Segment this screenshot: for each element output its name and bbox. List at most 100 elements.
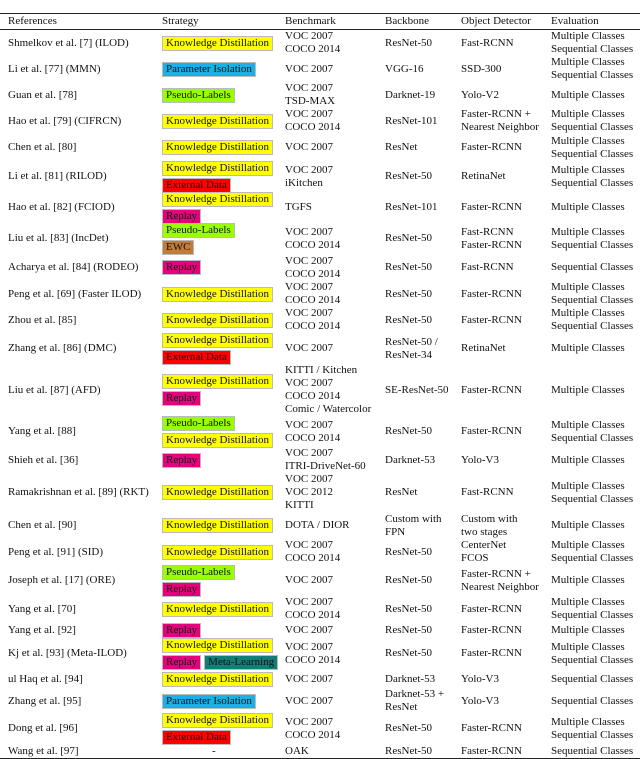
detector-cell: Faster-RCNN + Nearest Neighbor — [461, 565, 539, 596]
comparison-table: References Strategy Benchmark Backbone O… — [0, 13, 640, 759]
evaluation-cell: Multiple Classes Sequential Classes — [551, 713, 633, 744]
evaluation-cell: Multiple Classes Sequential Classes — [551, 134, 633, 161]
benchmark-line: COCO 2014 — [285, 390, 341, 402]
header-object-detector: Object Detector — [461, 15, 531, 27]
reference-cell: Peng et al. [91] (SID) — [8, 545, 104, 558]
strategy-line: Replay Meta-Learning — [162, 654, 279, 670]
benchmark-line: VOC 2007 — [285, 539, 333, 551]
backbone-line: ResNet-50 — [385, 744, 433, 757]
strategy-cell: Knowledge Distillation Replay — [162, 191, 273, 224]
detector-line: Faster-RCNN — [461, 602, 522, 615]
detector-line: Faster-RCNN — [461, 287, 522, 300]
evaluation-line: Multiple Classes — [551, 574, 625, 586]
evaluation-line: Sequential Classes — [551, 653, 634, 666]
reference-cell: Dong et al. [96] — [8, 722, 78, 734]
reference-cell: Yang et al. [88] — [8, 425, 76, 437]
benchmark-cell: VOC 2007 COCO 2014 — [285, 108, 340, 134]
benchmark-cell: VOC 2007 TSD-MAX — [285, 82, 335, 108]
backbone-line: ResNet-50 — [385, 170, 433, 182]
table-row: Li et al. [77] (MMN) Parameter Isolation V… — [0, 56, 640, 82]
backbone-line: ResNet-34 — [385, 348, 433, 361]
header-benchmark: Benchmark — [285, 15, 336, 27]
benchmark-line: VOC 2007 — [285, 108, 333, 120]
strategy-line: Knowledge Distillation — [162, 485, 273, 500]
evaluation-line: Sequential Classes — [551, 238, 634, 251]
backbone-line: ResNet-50 — [385, 722, 433, 734]
evaluation-line: Multiple Classes — [551, 453, 625, 466]
strategy-badge: Knowledge Distillation — [162, 544, 273, 560]
benchmark-line: KITTI / Kitchen — [285, 364, 358, 376]
strategy-badge: Knowledge Distillation — [162, 312, 273, 328]
strategy-badge: External Data — [162, 349, 231, 365]
backbone-cell: Darknet-53 + ResNet — [385, 688, 444, 713]
benchmark-line: TSD-MAX — [285, 95, 336, 107]
strategy-line: External Data — [162, 177, 273, 193]
table-header: References Strategy Benchmark Backbone O… — [0, 14, 640, 30]
strategy-cell: Knowledge Distillation — [162, 512, 273, 539]
backbone-line: ResNet-50 — [385, 313, 433, 326]
reference-cell: Shieh et al. [36] — [8, 453, 79, 466]
strategy-line: Parameter Isolation — [162, 693, 256, 709]
strategy-line: Knowledge Distillation — [162, 312, 273, 328]
benchmark-line: COCO 2014 — [285, 653, 341, 666]
backbone-line: ResNet-50 / — [385, 335, 438, 348]
backbone-cell: Custom with FPN — [385, 512, 442, 539]
header-evaluation: Evaluation — [551, 15, 599, 27]
strategy-cell: Replay — [162, 254, 202, 281]
strategy-badge: Knowledge Distillation — [162, 35, 273, 51]
strategy-badge: Replay — [162, 452, 202, 468]
strategy-line: Knowledge Distillation — [162, 332, 273, 348]
strategy-cell: Knowledge Distillation — [162, 108, 273, 134]
strategy-badge: External Data — [162, 177, 231, 193]
detector-line: Faster-RCNN — [461, 722, 522, 734]
backbone-cell: ResNet-50 — [385, 30, 432, 56]
benchmark-cell: VOC 2007 — [285, 565, 333, 596]
header-backbone: Backbone — [385, 15, 429, 27]
evaluation-cell: Multiple Classes Sequential Classes — [551, 281, 633, 307]
detector-cell: Faster-RCNN — [461, 192, 522, 223]
table-row: Dong et al. [96] Knowledge Distillation Ex… — [0, 712, 640, 745]
reference-cell: Chen et al. [80] — [8, 141, 77, 153]
table-row: Yang et al. [92] Replay VOC 2007 ResNet-50 F… — [0, 622, 640, 638]
evaluation-cell: Multiple Classes — [551, 333, 625, 364]
detector-cell: Fast-RCNN — [461, 30, 514, 56]
detector-line: Faster-RCNN — [461, 201, 522, 213]
benchmark-line: COCO 2014 — [285, 728, 341, 741]
reference-cell: Shmelkov et al. [7] (ILOD) — [8, 36, 129, 49]
strategy-badge: Parameter Isolation — [162, 61, 256, 77]
benchmark-line: VOC 2007 — [285, 694, 333, 707]
strategy-line: Replay — [162, 260, 202, 275]
benchmark-line: TGFS — [285, 201, 312, 213]
reference-cell: Li et al. [81] (RILOD) — [8, 170, 107, 182]
table-row: Shieh et al. [36] Replay VOC 2007 ITRI-Driv… — [0, 447, 640, 473]
benchmark-line: COCO 2014 — [285, 294, 341, 306]
detector-cell: Custom with two stages — [461, 512, 518, 539]
detector-cell: Fast-RCNN — [461, 254, 514, 281]
backbone-line: ResNet-50 — [385, 36, 433, 49]
backbone-cell: ResNet-50 — [385, 161, 432, 192]
benchmark-cell: VOC 2007 COCO 2014 — [285, 30, 340, 56]
detector-cell: Faster-RCNN — [461, 622, 522, 638]
strategy-badge: Pseudo-Labels — [162, 222, 235, 238]
backbone-cell: ResNet-101 — [385, 192, 438, 223]
strategy-line: Replay — [162, 581, 235, 597]
strategy-cell: Knowledge Distillation External Data — [162, 712, 273, 745]
detector-cell: Faster-RCNN — [461, 134, 522, 161]
benchmark-cell: TGFS — [285, 192, 312, 223]
strategy-badge: Knowledge Distillation — [162, 601, 273, 617]
backbone-line: ResNet-50 — [385, 647, 433, 659]
detector-line: Faster-RCNN + — [461, 108, 531, 120]
evaluation-line: Multiple Classes — [551, 342, 625, 354]
benchmark-line: COCO 2014 — [285, 238, 341, 251]
backbone-cell: Darknet-53 — [385, 669, 435, 689]
evaluation-cell: Multiple Classes Sequential Classes — [551, 161, 633, 192]
benchmark-cell: VOC 2007 COCO 2014 — [285, 596, 340, 622]
benchmark-cell: VOC 2007 VOC 2012 KITTI — [285, 473, 333, 512]
backbone-cell: ResNet-50 — [385, 416, 432, 447]
reference-cell: ul Haq et al. [94] — [8, 672, 83, 685]
detector-line: Fast-RCNN — [461, 36, 514, 49]
backbone-line: ResNet-101 — [385, 201, 438, 213]
benchmark-line: VOC 2007 — [285, 574, 333, 586]
strategy-badge: Knowledge Distillation — [162, 374, 273, 389]
backbone-cell: ResNet-50 — [385, 307, 432, 333]
